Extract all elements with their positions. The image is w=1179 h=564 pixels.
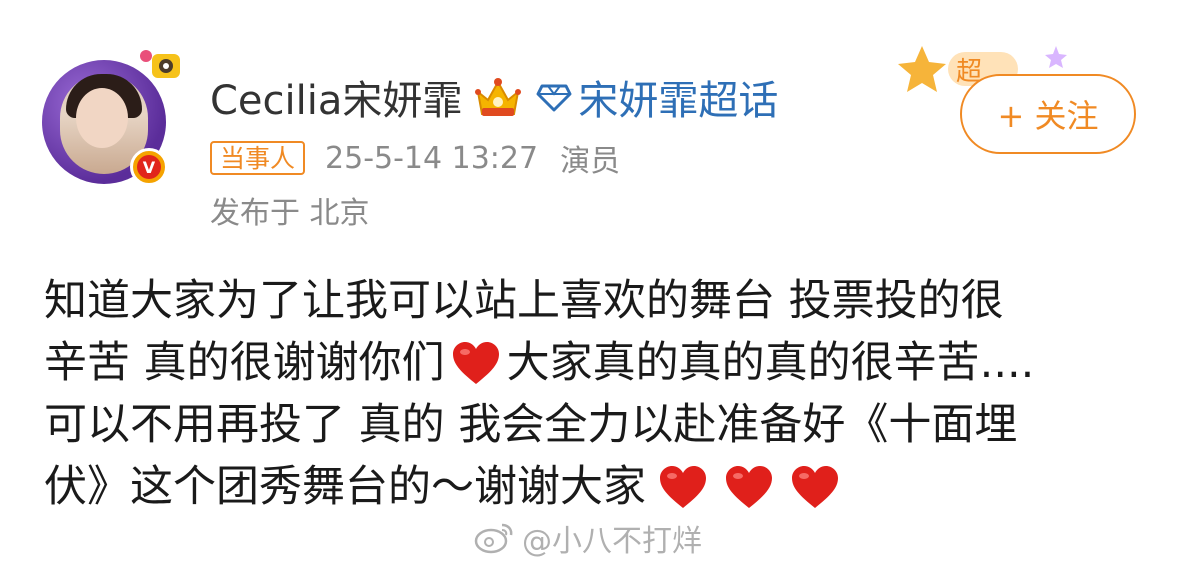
timestamp: 25-5-14 13:27	[325, 140, 539, 176]
user-header: Cecilia宋妍霏 宋妍霏超话	[210, 72, 778, 124]
red-heart-icon	[451, 340, 501, 386]
post-text: 辛苦 真的很谢谢你们	[44, 338, 445, 388]
red-heart-icon	[658, 464, 708, 510]
super-topic-link[interactable]: 宋妍霏超话	[578, 68, 778, 126]
avatar[interactable]: V	[38, 50, 180, 188]
post-text: 可以不用再投了 真的 我会全力以赴准备好《十面埋	[44, 400, 1018, 450]
post-content: 知道大家为了让我可以站上喜欢的舞台 投票投的很 辛苦 真的很谢谢你们 大家真的真…	[44, 270, 1154, 518]
post-text: 知道大家为了让我可以站上喜欢的舞台 投票投的很	[44, 276, 1004, 326]
weibo-logo-icon	[474, 523, 513, 554]
red-heart-icon	[790, 464, 840, 510]
post-line: 伏》这个团秀舞台的～谢谢大家	[44, 456, 1154, 518]
follow-button[interactable]: + 关注	[960, 74, 1136, 154]
diamond-icon	[536, 84, 572, 112]
red-heart-icon	[724, 464, 774, 510]
username[interactable]: Cecilia宋妍霏	[210, 68, 462, 126]
watermark-text: @小八不打烊	[522, 524, 702, 559]
verified-v-icon: V	[130, 148, 168, 186]
location-label: 发布于 北京	[210, 196, 370, 231]
party-badge: 当事人	[210, 141, 306, 175]
post-line: 可以不用再投了 真的 我会全力以赴准备好《十面埋	[44, 394, 1154, 456]
post-line: 知道大家为了让我可以站上喜欢的舞台 投票投的很	[44, 270, 1154, 332]
post-text: 伏》这个团秀舞台的～谢谢大家	[44, 462, 646, 512]
camera-decoration-icon	[140, 50, 180, 78]
watermark: @小八不打烊	[474, 514, 702, 562]
post-text: 大家真的真的真的很辛苦....	[506, 338, 1035, 388]
crown-badge-icon[interactable]	[474, 74, 522, 120]
post-meta: 当事人 25-5-14 13:27 演员	[210, 138, 621, 179]
role-label: 演员	[560, 144, 621, 179]
post-line: 辛苦 真的很谢谢你们 大家真的真的真的很辛苦....	[44, 332, 1154, 394]
